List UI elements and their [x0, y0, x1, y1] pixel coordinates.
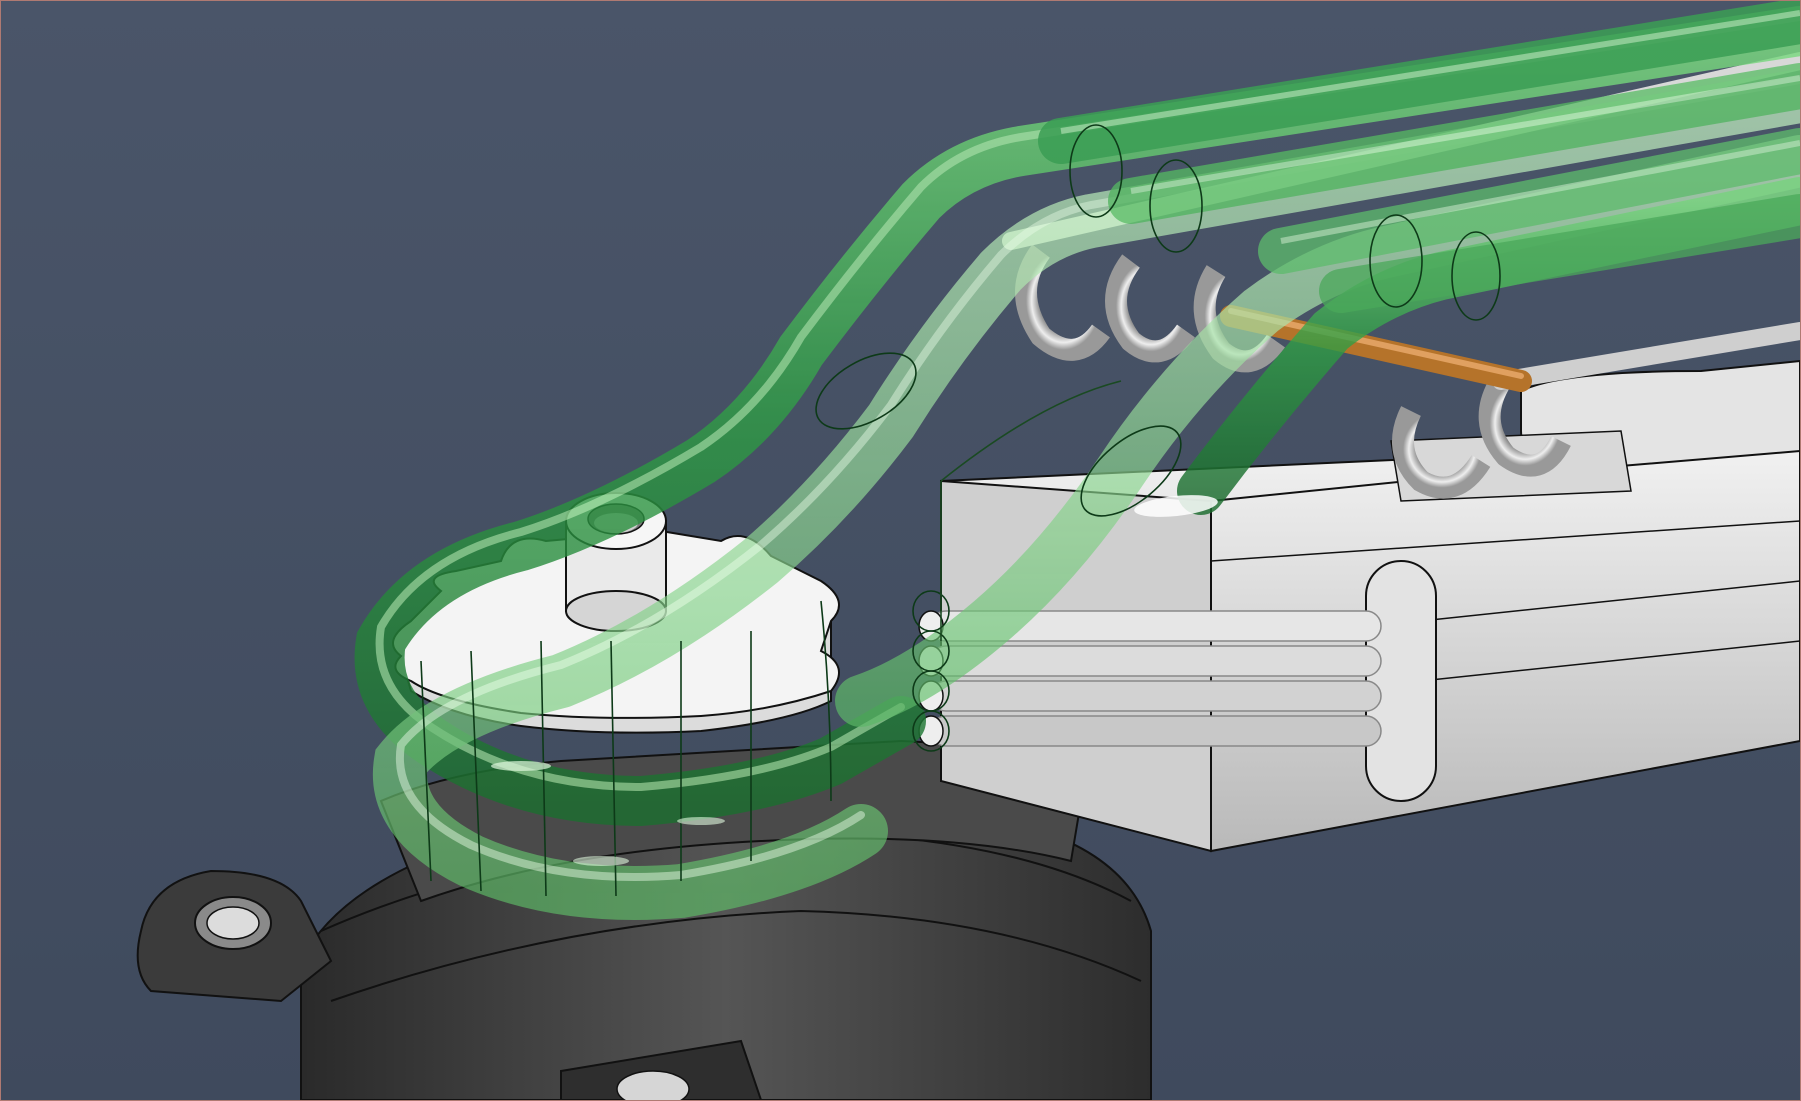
cad-3d-viewport[interactable] [0, 0, 1801, 1101]
3d-model-render[interactable] [1, 1, 1800, 1100]
